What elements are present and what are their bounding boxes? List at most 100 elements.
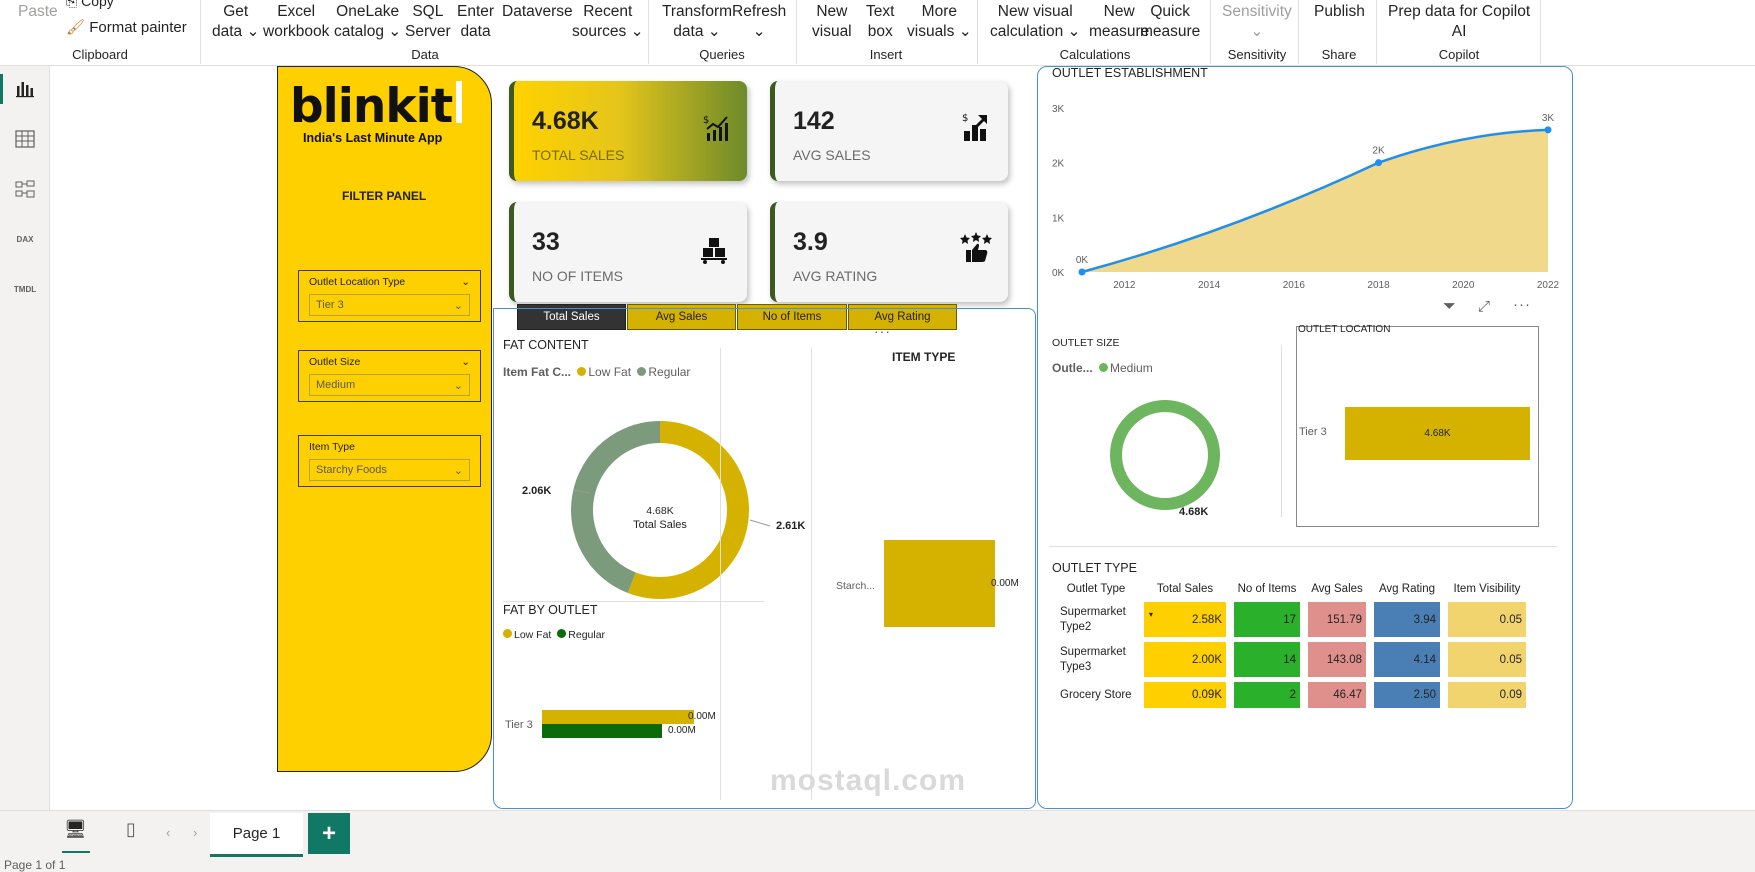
kpi-value: 142 — [793, 107, 835, 135]
kpi-card-total-sales[interactable]: 4.68K TOTAL SALES $ — [509, 81, 747, 181]
fat-content-legend: Item Fat C... Low Fat Regular — [503, 365, 691, 379]
kpi-card-avg-rating[interactable]: 3.9 AVG RATING — [770, 202, 1008, 302]
divider — [811, 348, 812, 800]
table-row[interactable]: Supermarket Type2 2.58K 17 151.79 3.94 0… — [1056, 602, 1526, 637]
more-options-icon[interactable]: ··· — [1513, 296, 1531, 313]
add-page-button[interactable]: + — [308, 813, 350, 854]
slicer-dropdown[interactable]: Starchy Foods ⌄ — [309, 459, 470, 481]
outlet-type-table: Outlet Type Total Sales No of Items Avg … — [1048, 578, 1534, 713]
cell-avg-rating: 3.94 — [1374, 602, 1440, 637]
sensitivity-group-label: Sensitivity — [1227, 47, 1287, 62]
format-painter-button[interactable]: 🖌 Format painter — [66, 18, 187, 38]
kpi-label: TOTAL SALES — [532, 147, 625, 163]
outlet-size-donut-chart — [1110, 400, 1220, 510]
page-tabs-bar: 🖥 ▯ ‹ › Page 1 + — [0, 810, 1755, 860]
fat-by-outlet-bar-low-fat[interactable] — [542, 710, 694, 724]
slicer-item-type[interactable]: Item Type Starchy Foods ⌄ — [298, 435, 481, 487]
divider — [503, 601, 764, 602]
chart-growth-icon: $ — [703, 115, 728, 141]
get-data-button[interactable]: Get data ⌄ — [212, 2, 259, 42]
kpi-card-avg-sales[interactable]: 142 AVG SALES $ — [770, 81, 1008, 181]
outlet-location-bar[interactable]: 4.68K — [1345, 407, 1530, 460]
x-tick-label: 2018 — [1367, 280, 1390, 291]
page-tab-page-1[interactable]: Page 1 — [210, 813, 303, 857]
filter-icon[interactable]: ⏷ — [1443, 298, 1456, 316]
fat-by-outlet-bar-regular[interactable] — [542, 724, 662, 738]
column-header[interactable]: Total Sales — [1144, 583, 1226, 597]
kpi-label: AVG RATING — [793, 268, 878, 284]
more-visuals-button[interactable]: More visuals ⌄ — [907, 2, 972, 42]
outlet-size-legend: Outle... Medium — [1052, 361, 1153, 375]
data-label: 0K — [1076, 255, 1089, 266]
copy-button[interactable]: ⎘ Copy — [66, 0, 114, 11]
new-visual-button[interactable]: New visual — [812, 2, 852, 42]
previous-page-icon[interactable]: ‹ — [166, 825, 170, 840]
text-box-button[interactable]: Text box — [866, 2, 894, 42]
data-point[interactable] — [1544, 126, 1552, 134]
column-header[interactable]: Avg Sales — [1308, 583, 1366, 597]
table-header-row: Outlet Type Total Sales No of Items Avg … — [1056, 583, 1526, 597]
slicer-outlet-size[interactable]: Outlet Size ⌄ Medium ⌄ — [298, 350, 481, 402]
data-point[interactable] — [1375, 159, 1383, 167]
outlet-establishment-area-chart: 3K 2K 1K 0K 2012 2014 2016 2018 2020 2022 0K 2K 3K — [1052, 104, 1560, 291]
onelake-catalog-button[interactable]: OneLake catalog ⌄ — [334, 2, 401, 42]
copy-icon: ⎘ — [66, 0, 82, 9]
desktop-layout-icon[interactable]: 🖥 — [64, 819, 87, 840]
fat-by-outlet-legend: Low Fat Regular — [503, 629, 605, 641]
table-view-icon[interactable] — [12, 126, 38, 152]
slicer-dropdown[interactable]: Tier 3 ⌄ — [309, 294, 470, 316]
column-header[interactable]: Item Visibility — [1448, 583, 1526, 597]
mobile-layout-icon[interactable]: ▯ — [126, 819, 136, 840]
new-visual-calculation-button[interactable]: New visual calculation ⌄ — [990, 2, 1081, 42]
cell-outlet-type: Supermarket Type2 — [1060, 605, 1126, 633]
sql-server-button[interactable]: SQL Server — [405, 2, 451, 42]
column-header[interactable]: Avg Rating — [1374, 583, 1440, 597]
outlet-type-title: OUTLET TYPE — [1052, 561, 1137, 575]
table-row[interactable]: Grocery Store 0.09K 2 46.47 2.50 0.09 — [1056, 682, 1526, 708]
model-view-icon[interactable] — [12, 176, 38, 202]
table-row[interactable]: Supermarket Type3 2.00K 14 143.08 4.14 0… — [1056, 642, 1526, 677]
chevron-down-icon: ⌄ — [453, 299, 463, 312]
prep-data-copilot-button[interactable]: Prep data for Copilot AI — [1388, 2, 1530, 42]
publish-button[interactable]: Publish — [1314, 2, 1365, 22]
slicer-outlet-location-type[interactable]: Outlet Location Type ⌄ Tier 3 ⌄ — [298, 270, 481, 322]
filter-panel-title: FILTER PANEL — [342, 189, 427, 203]
ribbon: Paste ⎘ Copy 🖌 Format painter Clipboard … — [0, 0, 1755, 66]
fat-by-outlet-label-regular: 0.00M — [668, 725, 696, 736]
dataverse-button[interactable]: Dataverse — [502, 2, 573, 22]
y-tick-label: 1K — [1052, 213, 1065, 224]
focus-mode-icon[interactable]: ⤢ — [1478, 298, 1490, 315]
tmdl-view-icon[interactable]: TMDL — [12, 276, 38, 302]
slicer-dropdown[interactable]: Medium ⌄ — [309, 374, 470, 396]
data-point[interactable] — [1078, 268, 1086, 276]
excel-workbook-button[interactable]: Excel workbook — [263, 2, 329, 42]
fat-content-title: FAT CONTENT — [503, 338, 589, 352]
x-tick-label: 2012 — [1113, 280, 1136, 291]
kpi-card-no-of-items[interactable]: 33 NO OF ITEMS — [509, 202, 747, 302]
donut-slice-medium[interactable] — [1110, 400, 1220, 510]
recent-sources-button[interactable]: Recent sources ⌄ — [572, 2, 644, 42]
sort-descending-icon[interactable]: ▾ — [1149, 610, 1153, 619]
logo-bar — [456, 81, 462, 123]
next-page-icon[interactable]: › — [193, 825, 197, 840]
dax-query-view-icon[interactable]: DAX — [12, 226, 38, 252]
thumbs-up-stars-icon — [960, 232, 992, 262]
quick-measure-button[interactable]: Quick measure — [1140, 2, 1200, 42]
fat-by-outlet-label-low: 0.00M — [688, 711, 716, 722]
item-type-bar[interactable] — [884, 540, 995, 627]
donut-leader-lines — [573, 489, 771, 527]
cell-avg-rating: 4.14 — [1374, 642, 1440, 677]
paste-button[interactable]: Paste — [18, 2, 58, 22]
report-view-icon[interactable] — [12, 76, 38, 102]
enter-data-button[interactable]: Enter data — [457, 2, 494, 42]
share-group-label: Share — [1321, 47, 1357, 62]
refresh-button[interactable]: Refresh ⌄ — [732, 2, 786, 42]
column-header[interactable]: Outlet Type — [1056, 583, 1136, 597]
sensitivity-button[interactable]: Sensitivity ⌄ — [1222, 2, 1292, 42]
transform-data-button[interactable]: Transform data ⌄ — [662, 2, 732, 42]
column-header[interactable]: No of Items — [1234, 583, 1300, 597]
cell-avg-sales: 151.79 — [1308, 602, 1366, 637]
kpi-label: NO OF ITEMS — [532, 268, 623, 284]
item-type-title: ITEM TYPE — [892, 350, 956, 364]
more-options-icon[interactable]: ··· — [874, 323, 891, 339]
